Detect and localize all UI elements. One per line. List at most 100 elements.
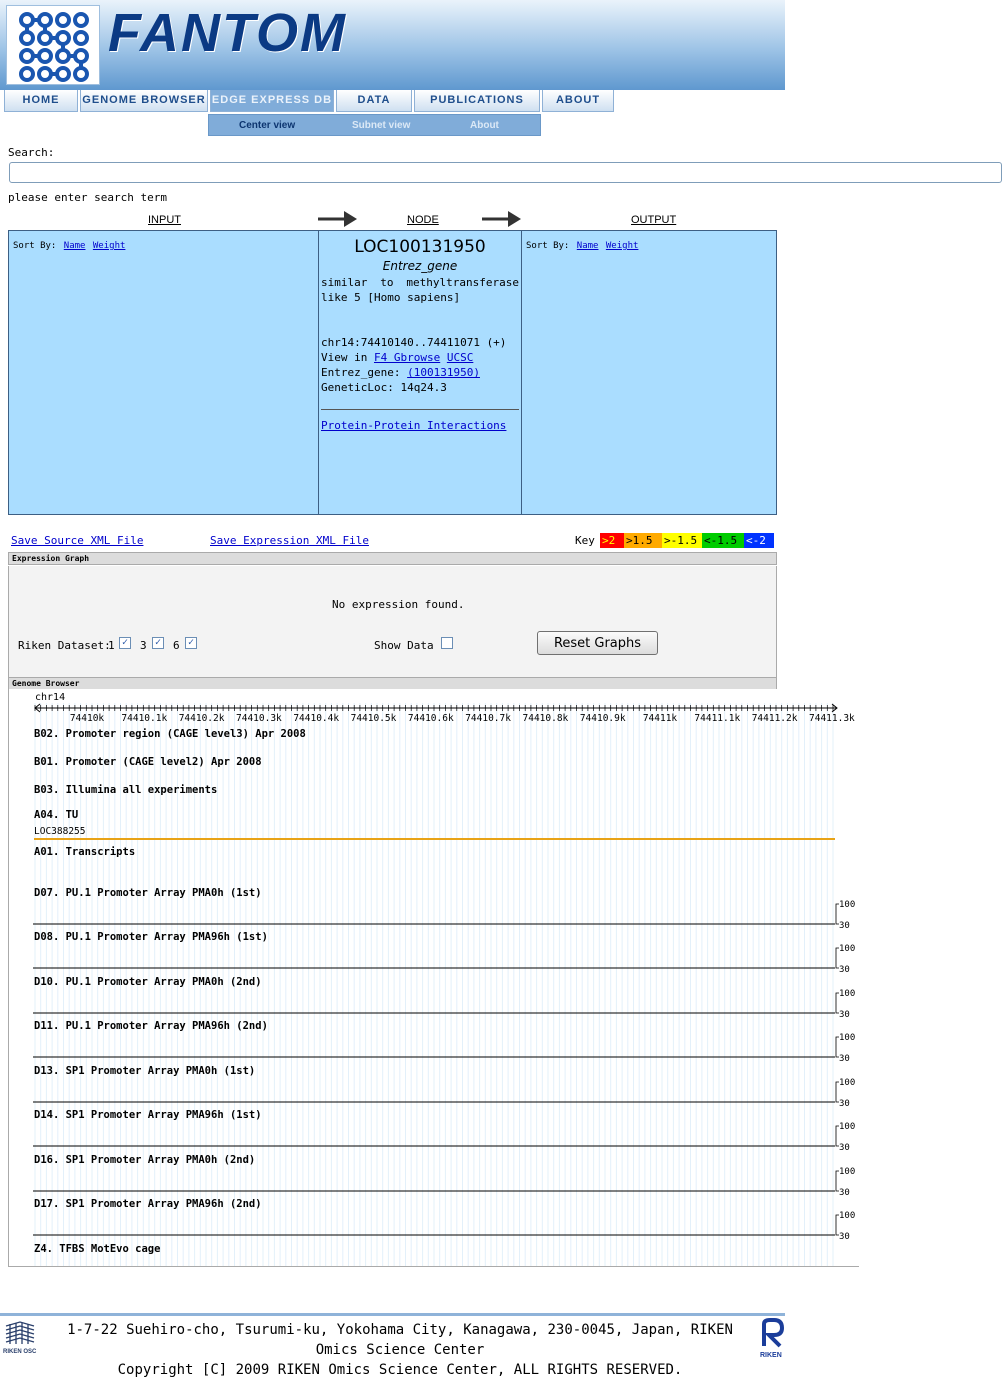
no-expression-message: No expression found. xyxy=(332,598,465,611)
track-title: Z4. TFBS MotEvo cage xyxy=(34,1243,160,1255)
track-title: D11. PU.1 Promoter Array PMA96h (2nd) xyxy=(34,1020,268,1032)
scale-max-label: 100 xyxy=(839,1211,855,1221)
tab-about[interactable]: ABOUT xyxy=(542,90,614,112)
scale-max-label: 100 xyxy=(839,900,855,910)
key-item: >1.5 xyxy=(624,533,662,548)
scale-min-label: 30 xyxy=(839,1188,850,1198)
track-title: B03. Illumina all experiments xyxy=(34,784,217,796)
save-source-xml-link[interactable]: Save Source XML File xyxy=(11,534,143,547)
track-title: D13. SP1 Promoter Array PMA0h (1st) xyxy=(34,1065,255,1077)
reset-graphs-button[interactable]: Reset Graphs xyxy=(537,631,658,655)
expression-graph-header: Expression Graph xyxy=(8,552,777,565)
tab-data[interactable]: DATA xyxy=(336,90,412,112)
output-column: Sort By: Name Weight xyxy=(522,231,777,514)
network-logo-icon xyxy=(19,12,89,82)
track-title: A01. Transcripts xyxy=(34,846,135,858)
riken-dataset-label: Riken Dataset: xyxy=(18,639,111,652)
scale-max-label: 100 xyxy=(839,944,855,954)
track-title: D07. PU.1 Promoter Array PMA0h (1st) xyxy=(34,887,262,899)
save-expression-xml-link[interactable]: Save Expression XML File xyxy=(210,534,369,547)
entrez-row: Entrez_gene: (100131950) xyxy=(321,365,519,380)
node-column-title: NODE xyxy=(407,214,439,226)
tab-home[interactable]: HOME xyxy=(4,90,78,112)
track-title: B01. Promoter (CAGE level2) Apr 2008 xyxy=(34,756,262,768)
output-column-title: OUTPUT xyxy=(631,214,677,226)
track-title: D17. SP1 Promoter Array PMA96h (2nd) xyxy=(34,1198,262,1210)
f4-gbrowse-link[interactable]: F4 Gbrowse xyxy=(374,351,440,364)
footer-divider xyxy=(0,1313,785,1316)
svg-text:RIKEN: RIKEN xyxy=(760,1352,782,1359)
svg-text:RIKEN OSC: RIKEN OSC xyxy=(3,1349,37,1355)
track-list: B02. Promoter region (CAGE level3) Apr 2… xyxy=(33,728,855,1255)
site-title: FANTOM xyxy=(108,3,347,63)
dataset-6-checkbox[interactable]: ✓ xyxy=(185,637,197,649)
node-location: chr14:74410140..74411071 (+) xyxy=(321,336,507,349)
sort-label: Sort By: xyxy=(526,241,570,251)
tab-genome-browser[interactable]: GENOME BROWSER xyxy=(80,90,208,112)
node-type: Entrez_gene xyxy=(382,259,458,273)
dataset-label: 6 xyxy=(173,639,180,652)
key-label: Key xyxy=(575,534,595,547)
search-label: Search: xyxy=(8,146,55,159)
show-data-label: Show Data xyxy=(374,639,434,652)
track-title: B02. Promoter region (CAGE level3) Apr 2… xyxy=(34,728,306,740)
show-data-checkbox[interactable] xyxy=(441,637,453,649)
ruler-tick-label: 74411.2k xyxy=(752,713,798,724)
dataset-3-checkbox[interactable]: ✓ xyxy=(152,637,164,649)
search-input[interactable] xyxy=(9,162,1002,183)
site-header: FANTOM xyxy=(0,0,785,90)
scale-max-label: 100 xyxy=(839,1122,855,1132)
sort-by-name-link[interactable]: Name xyxy=(577,241,599,251)
ruler-tick-label: 74410.6k xyxy=(408,713,454,724)
ruler-tick-label: 74410.9k xyxy=(580,713,626,724)
entrez-id-link[interactable]: (100131950) xyxy=(407,366,480,379)
protein-interactions-link[interactable]: Protein-Protein Interactions xyxy=(321,418,519,433)
key-item: >2 xyxy=(600,533,624,548)
sort-label: Sort By: xyxy=(13,241,57,251)
network-panel: Sort By: Name Weight LOC100131950 Entrez… xyxy=(8,230,777,515)
tab-edge-express-db[interactable]: EDGE EXPRESS DB xyxy=(210,90,334,112)
ruler-tick-label: 74410.4k xyxy=(293,713,339,724)
ruler-tick-label: 74410.1k xyxy=(121,713,167,724)
sort-by-name-link[interactable]: Name xyxy=(64,241,86,251)
node-description: similar to methyltransferase like 5 [Hom… xyxy=(321,276,519,304)
track-title: D08. PU.1 Promoter Array PMA96h (1st) xyxy=(34,931,268,943)
search-hint: please enter search term xyxy=(8,191,167,204)
subtab-subnet-view[interactable]: Subnet view xyxy=(352,115,410,135)
scale-min-label: 30 xyxy=(839,1010,850,1020)
node-column: LOC100131950 Entrez_gene similar to meth… xyxy=(318,231,522,514)
fantom-logo[interactable] xyxy=(6,5,100,85)
ruler-tick-label: 74410.8k xyxy=(523,713,569,724)
ruler-tick-label: 74410k xyxy=(70,713,105,724)
sort-by-weight-link[interactable]: Weight xyxy=(606,241,639,251)
input-column-title: INPUT xyxy=(148,214,181,226)
track-title: D14. SP1 Promoter Array PMA96h (1st) xyxy=(34,1109,262,1121)
dataset-label: 3 xyxy=(140,639,147,652)
node-divider xyxy=(321,409,519,410)
scale-max-label: 100 xyxy=(839,989,855,999)
dataset-1-checkbox[interactable]: ✓ xyxy=(119,637,131,649)
ruler-tick-label: 74410.5k xyxy=(351,713,397,724)
ruler-tick-label: 74411.3k xyxy=(809,713,855,724)
right-arrow-icon xyxy=(318,211,357,227)
subtab-center-view[interactable]: Center view xyxy=(239,115,295,135)
subtab-about[interactable]: About xyxy=(470,115,499,135)
expression-graph-body: No expression found. Riken Dataset: 1 ✓ … xyxy=(8,566,777,677)
key-item: >-1.5 xyxy=(662,533,702,548)
chromosome-label: chr14 xyxy=(35,692,65,703)
genome-browser-panel: chr14 74410k 74410.1k 74410.2k 74410.3k 7441… xyxy=(8,689,859,1267)
scale-max-label: 100 xyxy=(839,1033,855,1043)
scale-min-label: 30 xyxy=(839,921,850,931)
node-name: LOC100131950 xyxy=(354,237,486,257)
sort-by-weight-link[interactable]: Weight xyxy=(93,241,126,251)
riken-logo-icon: RIKEN xyxy=(760,1318,785,1359)
scale-max-label: 100 xyxy=(839,1078,855,1088)
key-item: <-1.5 xyxy=(702,533,744,548)
input-column: Sort By: Name Weight xyxy=(9,231,318,514)
ucsc-link[interactable]: UCSC xyxy=(447,351,474,364)
sub-nav: Center view Subnet view About xyxy=(208,114,541,136)
tab-publications[interactable]: PUBLICATIONS xyxy=(414,90,540,112)
scale-max-label: 100 xyxy=(839,1167,855,1177)
track-title: D10. PU.1 Promoter Array PMA0h (2nd) xyxy=(34,976,262,988)
genetic-loc: GeneticLoc: 14q24.3 xyxy=(321,381,447,394)
